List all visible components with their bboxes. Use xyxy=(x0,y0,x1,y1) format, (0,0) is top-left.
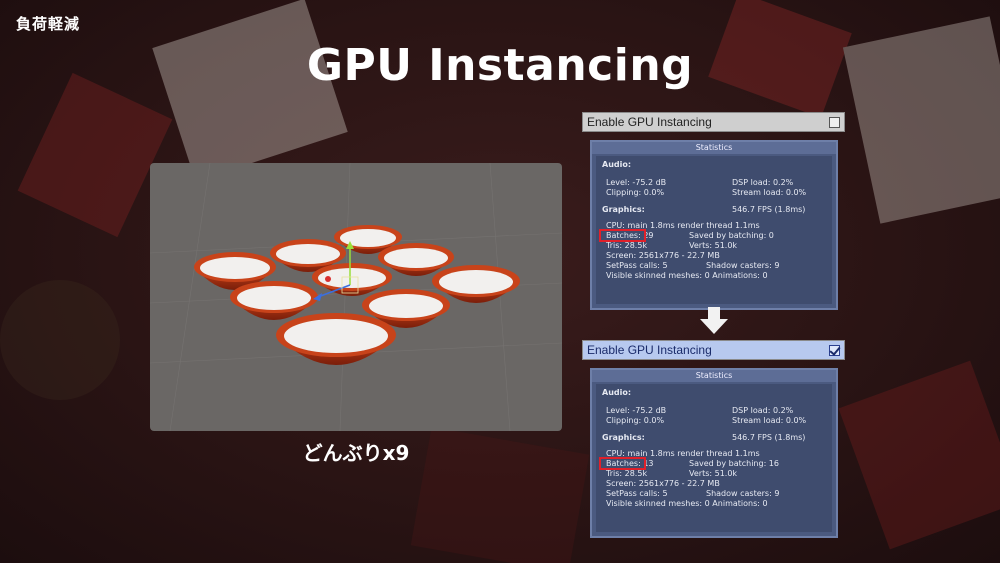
bowl xyxy=(432,265,520,303)
batches-highlight-box xyxy=(599,229,646,242)
screen-info: Screen: 2561x776 - 22.7 MB xyxy=(606,251,720,260)
down-arrow-icon xyxy=(700,307,728,334)
toggle-label: Enable GPU Instancing xyxy=(587,343,712,357)
bowl xyxy=(230,281,318,320)
checkbox-unchecked[interactable] xyxy=(829,116,840,128)
audio-level: Level: -75.2 dB xyxy=(606,406,667,415)
audio-heading: Audio: xyxy=(602,160,632,169)
audio-level: Level: -75.2 dB xyxy=(606,178,667,187)
setpass-calls: SetPass calls: 5 xyxy=(606,261,668,270)
screen-info: Screen: 2561x776 - 22.7 MB xyxy=(606,479,720,488)
saved-by-batching: Saved by batching: 0 xyxy=(689,231,774,240)
toggle-label: Enable GPU Instancing xyxy=(587,115,712,129)
tris-count: Tris: 28.5k xyxy=(606,241,648,250)
slide-title: GPU Instancing xyxy=(306,40,694,91)
bowls-render xyxy=(150,163,562,431)
stream-load: Stream load: 0.0% xyxy=(732,416,807,425)
shadow-casters: Shadow casters: 9 xyxy=(706,261,780,270)
graphics-heading: Graphics: xyxy=(602,433,645,442)
stats-header: Statistics xyxy=(592,370,836,382)
section-label: 負荷軽減 xyxy=(16,15,81,33)
dsp-load: DSP load: 0.2% xyxy=(732,178,794,187)
fps-readout: 546.7 FPS (1.8ms) xyxy=(732,205,806,214)
audio-clipping: Clipping: 0.0% xyxy=(606,188,665,197)
scene-viewport xyxy=(150,163,562,431)
stream-load: Stream load: 0.0% xyxy=(732,188,807,197)
tris-count: Tris: 28.5k xyxy=(606,469,648,478)
shadow-casters: Shadow casters: 9 xyxy=(706,489,780,498)
verts-count: Verts: 51.0k xyxy=(689,241,738,250)
gpu-instancing-toggle-on[interactable]: Enable GPU Instancing xyxy=(582,340,845,360)
dsp-load: DSP load: 0.2% xyxy=(732,406,794,415)
audio-clipping: Clipping: 0.0% xyxy=(606,416,665,425)
graphics-heading: Graphics: xyxy=(602,205,645,214)
batches-highlight-box xyxy=(599,457,646,470)
checkbox-checked[interactable] xyxy=(829,344,840,356)
bowl xyxy=(276,313,396,365)
setpass-calls: SetPass calls: 5 xyxy=(606,489,668,498)
viewport-caption: どんぶりx9 xyxy=(302,441,410,465)
skinned-meshes: Visible skinned meshes: 0 Animations: 0 xyxy=(606,499,768,508)
stats-header: Statistics xyxy=(592,142,836,154)
statistics-panel-after: Statistics Audio: Level: -75.2 dB DSP lo… xyxy=(590,368,838,538)
saved-by-batching: Saved by batching: 16 xyxy=(689,459,779,468)
fps-readout: 546.7 FPS (1.8ms) xyxy=(732,433,806,442)
audio-heading: Audio: xyxy=(602,388,632,397)
bowl xyxy=(312,263,392,296)
verts-count: Verts: 51.0k xyxy=(689,469,738,478)
gpu-instancing-toggle-off[interactable]: Enable GPU Instancing xyxy=(582,112,845,132)
statistics-panel-before: Statistics Audio: Level: -75.2 dB DSP lo… xyxy=(590,140,838,310)
skinned-meshes: Visible skinned meshes: 0 Animations: 0 xyxy=(606,271,768,280)
